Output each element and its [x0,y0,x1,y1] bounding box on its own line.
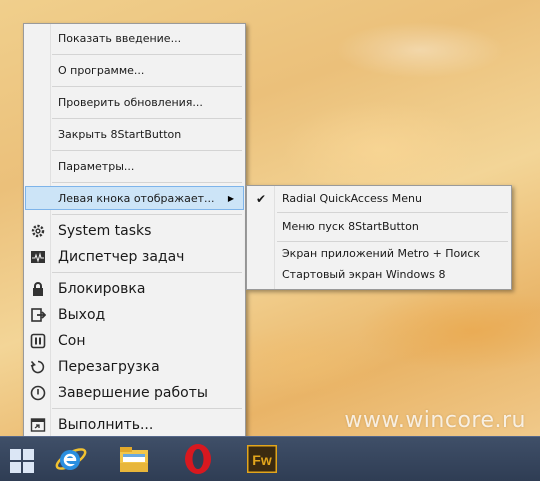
run-icon [30,418,46,432]
pause-icon [30,333,46,349]
menu-item-label: Параметры... [58,160,135,173]
submenu-item-label: Экран приложений Metro + Поиск [282,247,481,260]
menu-separator [277,212,508,213]
menu-item-label: Блокировка [58,281,146,297]
submenu-item-metro-apps-search[interactable]: Экран приложений Metro + Поиск [248,243,510,265]
menu-item-close-8startbutton[interactable]: Закрыть 8StartButton [25,123,244,147]
menu-separator [52,86,242,87]
menu-item-label: Выполнить... [58,417,154,433]
menu-item-label: Диспетчер задач [58,249,185,265]
menu-item-about[interactable]: О программе... [25,59,244,83]
menu-item-label: Проверить обновления... [58,96,203,109]
fireworks-label: Fw [252,452,272,468]
internet-explorer-button[interactable] [52,441,92,477]
menu-item-label: Закрыть 8StartButton [58,128,182,141]
menu-item-shutdown[interactable]: Завершение работы [25,380,244,406]
submenu-item-radial-quickaccess[interactable]: ✔ Radial QuickAccess Menu [248,188,510,210]
menu-separator [52,54,242,55]
sign-out-icon [31,308,46,322]
menu-item-label: System tasks [58,223,152,239]
opera-button[interactable] [180,441,220,477]
menu-item-label: Показать введение... [58,32,182,45]
menu-item-sleep[interactable]: Сон [25,328,244,354]
submenu: ✔ Radial QuickAccess Menu Меню пуск 8Sta… [246,185,512,290]
menu-item-label: Завершение работы [58,385,208,401]
menu-item-label: Левая кнока отображает... [58,192,215,205]
start-button[interactable] [0,441,40,477]
menu-item-settings[interactable]: Параметры... [25,155,244,179]
menu-item-show-intro[interactable]: Показать введение... [25,27,244,51]
menu-item-run[interactable]: Выполнить... [25,412,244,438]
task-manager-icon [31,251,45,263]
menu-item-label: Сон [58,333,86,349]
menu-item-lock[interactable]: Блокировка [25,276,244,302]
menu-item-left-button-shows[interactable]: Левая кнока отображает... ▶ [25,186,244,210]
submenu-item-label: Radial QuickAccess Menu [282,192,422,205]
checkmark-icon: ✔ [256,192,267,206]
gear-icon [31,224,45,238]
watermark: www.wincore.ru [344,408,526,433]
submenu-item-8startbutton-menu[interactable]: Меню пуск 8StartButton [248,216,510,238]
menu-item-label: Выход [58,307,106,323]
menu-separator [277,241,508,242]
menu-separator [52,214,242,215]
submenu-arrow-icon: ▶ [227,194,234,203]
menu-separator [52,408,242,409]
shutdown-icon [30,385,46,401]
restart-icon [30,360,45,374]
submenu-item-windows8-start-screen[interactable]: Стартовый экран Windows 8 [248,264,510,286]
submenu-item-label: Стартовый экран Windows 8 [282,268,446,281]
taskbar: Fw [0,436,540,481]
fireworks-icon: Fw [247,445,277,473]
lock-icon [33,282,43,296]
menu-separator [52,272,242,273]
menu-item-restart[interactable]: Перезагрузка [25,354,244,380]
file-explorer-icon [120,447,148,472]
internet-explorer-icon [55,448,87,470]
menu-item-system-tasks[interactable]: System tasks [25,218,244,244]
menu-item-label: О программе... [58,64,145,77]
fireworks-button[interactable]: Fw [244,441,284,477]
menu-item-task-manager[interactable]: Диспетчер задач [25,244,244,270]
windows-logo-icon [10,449,34,473]
context-menu: Показать введение... О программе... Пров… [23,23,246,439]
menu-separator [52,182,242,183]
menu-separator [52,150,242,151]
menu-separator [52,118,242,119]
menu-item-check-updates[interactable]: Проверить обновления... [25,91,244,115]
menu-item-label: Перезагрузка [58,359,160,375]
opera-icon [185,444,211,474]
menu-item-sign-out[interactable]: Выход [25,302,244,328]
file-explorer-button[interactable] [116,441,156,477]
submenu-item-label: Меню пуск 8StartButton [282,220,419,233]
